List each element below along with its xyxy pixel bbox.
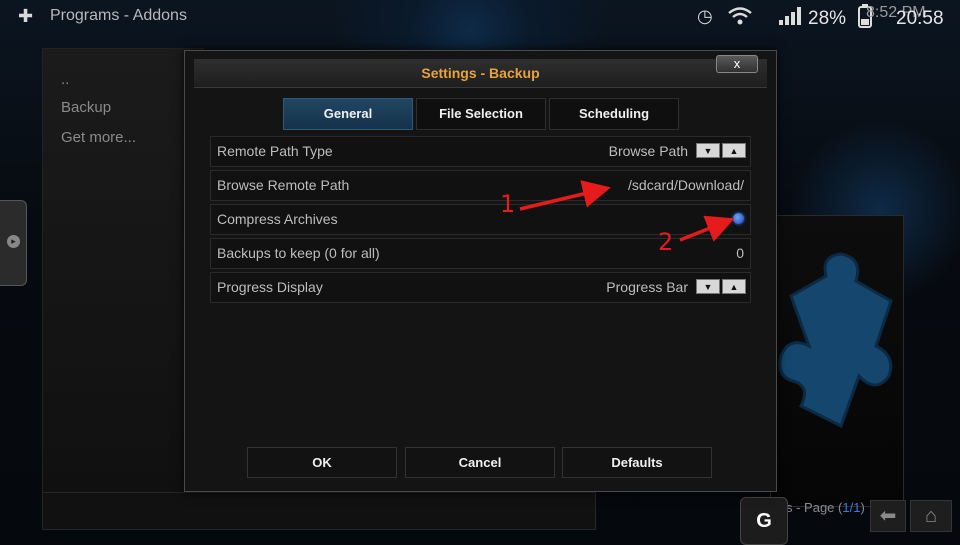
cancel-button[interactable]: Cancel xyxy=(405,447,555,478)
radio-toggle-on[interactable] xyxy=(733,213,744,224)
back-arrow-button[interactable]: ⬅ xyxy=(870,500,906,532)
g-overlay-button[interactable]: G xyxy=(740,497,788,545)
chevron-up-icon[interactable]: ▲ xyxy=(722,143,746,158)
setting-label: Backups to keep (0 for all) xyxy=(217,245,380,261)
status-bar: ✚ Programs - Addons ◷ 28% 8:52 PM 20:58 xyxy=(0,0,960,36)
addon-thumbnail xyxy=(770,215,904,507)
chevron-down-icon[interactable]: ▼ xyxy=(696,279,720,294)
setting-value: 0 xyxy=(736,245,744,261)
value-spinner[interactable]: ▼ ▲ xyxy=(696,279,746,294)
tab-scheduling[interactable]: Scheduling xyxy=(549,98,679,130)
page-prefix: s - Page ( xyxy=(786,500,843,515)
annotation-number-1: 1 xyxy=(500,190,516,218)
bottom-info-bar xyxy=(42,492,596,530)
page-indicator: s - Page (1/1) xyxy=(786,500,865,515)
tab-general[interactable]: General xyxy=(283,98,413,130)
puzzle-piece-icon xyxy=(778,252,893,429)
close-icon: x xyxy=(733,56,741,71)
tab-file-selection[interactable]: File Selection xyxy=(416,98,546,130)
setting-label: Progress Display xyxy=(217,279,323,295)
chevron-up-icon[interactable]: ▲ xyxy=(722,279,746,294)
settings-dialog: Settings - Backup x General File Selecti… xyxy=(184,50,777,492)
chevron-down-icon[interactable]: ▼ xyxy=(696,143,720,158)
chevron-right-icon: ▸ xyxy=(7,235,20,248)
app-puzzle-icon: ✚ xyxy=(18,6,34,26)
home-icon: ⌂ xyxy=(924,505,938,527)
list-item-parent[interactable]: .. xyxy=(61,71,69,88)
home-button[interactable]: ⌂ xyxy=(910,500,952,532)
addon-list-panel: .. Backup Get more... xyxy=(42,48,204,500)
arrow-left-icon: ⬅ xyxy=(879,505,897,527)
setting-value: /sdcard/Download/ xyxy=(628,177,744,193)
status-app-title: Programs - Addons xyxy=(50,7,187,24)
list-item-get-more[interactable]: Get more... xyxy=(61,129,136,146)
alarm-icon: ◷ xyxy=(697,6,713,26)
setting-label: Browse Remote Path xyxy=(217,177,350,193)
setting-label: Compress Archives xyxy=(217,211,338,227)
setting-browse-remote-path[interactable]: Browse Remote Path /sdcard/Download/ xyxy=(210,170,751,201)
setting-progress-display[interactable]: Progress Display Progress Bar ▼ ▲ xyxy=(210,272,751,303)
value-spinner[interactable]: ▼ ▲ xyxy=(696,143,746,158)
close-button[interactable]: x xyxy=(716,55,758,73)
ok-button[interactable]: OK xyxy=(247,447,397,478)
setting-value: Browse Path xyxy=(608,143,688,159)
signal-icon xyxy=(778,6,802,31)
page-suffix: ) xyxy=(860,500,865,515)
clock: 20:58 xyxy=(896,8,944,29)
page-value: 1/1 xyxy=(842,500,861,515)
setting-remote-path-type[interactable]: Remote Path Type Browse Path ▼ ▲ xyxy=(210,136,751,167)
defaults-button[interactable]: Defaults xyxy=(562,447,712,478)
wifi-icon xyxy=(727,6,753,31)
side-menu-tab[interactable]: ▸ xyxy=(0,200,27,286)
setting-value: Progress Bar xyxy=(606,279,688,295)
annotation-number-2: 2 xyxy=(658,228,674,256)
battery-percent: 28% xyxy=(808,8,847,29)
dialog-title: Settings - Backup xyxy=(194,59,767,88)
setting-label: Remote Path Type xyxy=(217,143,333,159)
list-item-backup[interactable]: Backup xyxy=(61,99,111,116)
